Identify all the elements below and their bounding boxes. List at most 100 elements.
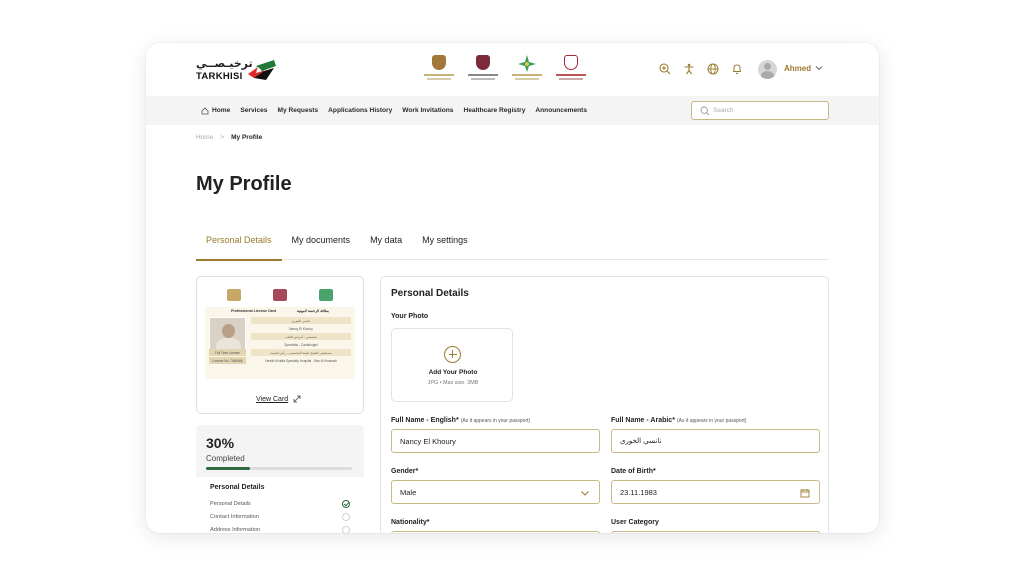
view-card-link[interactable]: View Card bbox=[256, 395, 301, 403]
progress-bar-fill bbox=[206, 467, 250, 470]
nationality-select[interactable] bbox=[391, 531, 600, 533]
steps-title: Personal Details bbox=[210, 484, 265, 491]
license-logo-2 bbox=[273, 289, 287, 301]
dob-label: Date of Birth* bbox=[611, 468, 656, 475]
gender-label: Gender* bbox=[391, 468, 419, 475]
label-text: Full Name - Arabic* bbox=[611, 417, 675, 424]
photo-upload[interactable]: Add Your Photo JPG • Max size: 3MB bbox=[391, 328, 513, 402]
tab-my-documents[interactable]: My documents bbox=[282, 233, 361, 260]
nav-item-my-requests[interactable]: My Requests bbox=[277, 107, 318, 114]
header-actions bbox=[658, 62, 744, 76]
license-row: تخصصي - أمراض القلب bbox=[251, 333, 351, 340]
license-card-header bbox=[205, 285, 355, 307]
full-name-ar-label: Full Name - Arabic* (As it appears in you… bbox=[611, 417, 746, 424]
calendar-icon[interactable] bbox=[800, 488, 810, 498]
license-row: Specialist - Cardiologist bbox=[251, 341, 351, 348]
license-card-title: Professional License Card بطاقة الرخصة ا… bbox=[209, 309, 351, 313]
nav-item-services[interactable]: Services bbox=[240, 107, 267, 114]
progress-steps: Personal Details Personal Details Contac… bbox=[196, 477, 364, 533]
chevron-down-icon[interactable] bbox=[814, 63, 824, 73]
profile-tabs: Personal Details My documents My data My… bbox=[196, 233, 829, 261]
main-navigation: Home Services My Requests Applications H… bbox=[146, 96, 879, 125]
progress-label: Completed bbox=[206, 454, 245, 463]
field-value: Male bbox=[400, 488, 417, 497]
search-icon bbox=[700, 106, 710, 116]
username[interactable]: Ahmed bbox=[784, 64, 811, 73]
breadcrumb-separator: > bbox=[220, 134, 225, 141]
step-item[interactable]: Address Information bbox=[210, 523, 350, 533]
step-item[interactable]: Contact Information bbox=[210, 510, 350, 523]
search-box[interactable] bbox=[691, 101, 829, 120]
sharjah-health-logo bbox=[556, 55, 586, 85]
globe-icon[interactable] bbox=[706, 62, 720, 76]
personal-details-form: Personal Details Your Photo Add Your Pho… bbox=[380, 276, 829, 533]
profile-progress: 30% Completed Personal Details Personal … bbox=[196, 425, 364, 533]
label-hint: (As it appears in your passport) bbox=[460, 418, 531, 424]
dob-field[interactable]: 23.11.1983 bbox=[611, 480, 820, 504]
full-name-en-field[interactable]: Nancy El Khoury bbox=[391, 429, 600, 453]
progress-bar bbox=[206, 467, 352, 470]
license-title-ar: بطاقة الرخصة المهنية bbox=[297, 309, 329, 313]
nav-item-applications-history[interactable]: Applications History bbox=[328, 107, 392, 114]
app-window: ترخيـصــي TARKHISI Ahmed Home Services M… bbox=[146, 43, 879, 533]
empty-circle-icon bbox=[342, 512, 350, 521]
breadcrumb: Home > My Profile bbox=[196, 134, 262, 141]
field-value: 23.11.1983 bbox=[620, 488, 657, 497]
tarkhisi-logo[interactable]: ترخيـصــي TARKHISI bbox=[196, 57, 286, 87]
form-title: Personal Details bbox=[391, 288, 469, 299]
label-hint: (As it appears in your passport) bbox=[676, 418, 747, 424]
full-name-ar-field[interactable]: نانسي الخوري bbox=[611, 429, 820, 453]
home-icon bbox=[201, 106, 209, 114]
chevron-down-icon bbox=[581, 491, 589, 496]
license-card-panel: Professional License Card بطاقة الرخصة ا… bbox=[196, 276, 364, 414]
license-chip: Full Time License bbox=[209, 349, 246, 356]
nav-item-label: Home bbox=[212, 107, 231, 114]
zoom-in-icon[interactable] bbox=[658, 62, 672, 76]
nav-item-healthcare-registry[interactable]: Healthcare Registry bbox=[463, 107, 525, 114]
user-category-select[interactable] bbox=[611, 531, 820, 533]
check-circle-icon bbox=[342, 499, 350, 508]
label-text: Full Name - English* bbox=[391, 417, 459, 424]
progress-percent: 30% bbox=[206, 435, 235, 451]
step-label: Address Information bbox=[210, 526, 261, 533]
license-chip: License No. 7456068 bbox=[209, 357, 246, 364]
empty-circle-icon bbox=[342, 525, 350, 533]
gender-select[interactable]: Male bbox=[391, 480, 600, 504]
license-row: مستشفى الشيخ خليفة التخصصي - رأس الخيمة bbox=[251, 349, 351, 356]
nav-item-home[interactable]: Home bbox=[201, 106, 231, 115]
step-label: Contact Information bbox=[210, 513, 259, 520]
tab-my-data[interactable]: My data bbox=[360, 233, 412, 260]
dubai-health-authority-logo bbox=[512, 55, 542, 85]
breadcrumb-home[interactable]: Home bbox=[196, 134, 213, 141]
bell-icon[interactable] bbox=[730, 62, 744, 76]
logo-english-text: TARKHISI bbox=[196, 71, 243, 82]
user-avatar[interactable] bbox=[758, 60, 777, 79]
photo-hint: JPG • Max size: 3MB bbox=[427, 380, 479, 386]
license-title-en: Professional License Card bbox=[231, 309, 277, 313]
government-logos bbox=[424, 55, 586, 85]
uae-flag-icon bbox=[248, 60, 276, 80]
accessibility-icon[interactable] bbox=[682, 62, 696, 76]
license-row: Nancy El Khoury bbox=[251, 325, 351, 332]
tab-personal-details[interactable]: Personal Details bbox=[196, 233, 282, 261]
expand-icon bbox=[293, 395, 301, 403]
nationality-label: Nationality* bbox=[391, 519, 430, 526]
license-row: Health Khalifa Specialty Hospital - Ras … bbox=[251, 357, 351, 364]
step-label: Personal Details bbox=[210, 500, 251, 507]
license-logo-3 bbox=[319, 289, 333, 301]
full-name-en-label: Full Name - English* (As it appears in yo… bbox=[391, 417, 530, 424]
license-card-preview[interactable]: Professional License Card بطاقة الرخصة ا… bbox=[205, 285, 355, 379]
view-card-label: View Card bbox=[256, 395, 289, 403]
license-row: نانسي الخوري bbox=[251, 317, 351, 324]
user-category-label: User Category bbox=[611, 519, 659, 526]
page-title: My Profile bbox=[196, 173, 292, 195]
add-photo-label: Add Your Photo bbox=[428, 369, 478, 376]
nav-item-announcements[interactable]: Announcements bbox=[535, 107, 587, 114]
tab-my-settings[interactable]: My settings bbox=[412, 233, 478, 260]
breadcrumb-current: My Profile bbox=[231, 134, 263, 141]
nav-item-work-invitations[interactable]: Work Invitations bbox=[402, 107, 453, 114]
step-item[interactable]: Personal Details bbox=[210, 497, 350, 510]
field-value: نانسي الخوري bbox=[620, 437, 662, 445]
search-input[interactable] bbox=[713, 104, 823, 117]
add-circle-icon bbox=[444, 346, 461, 363]
